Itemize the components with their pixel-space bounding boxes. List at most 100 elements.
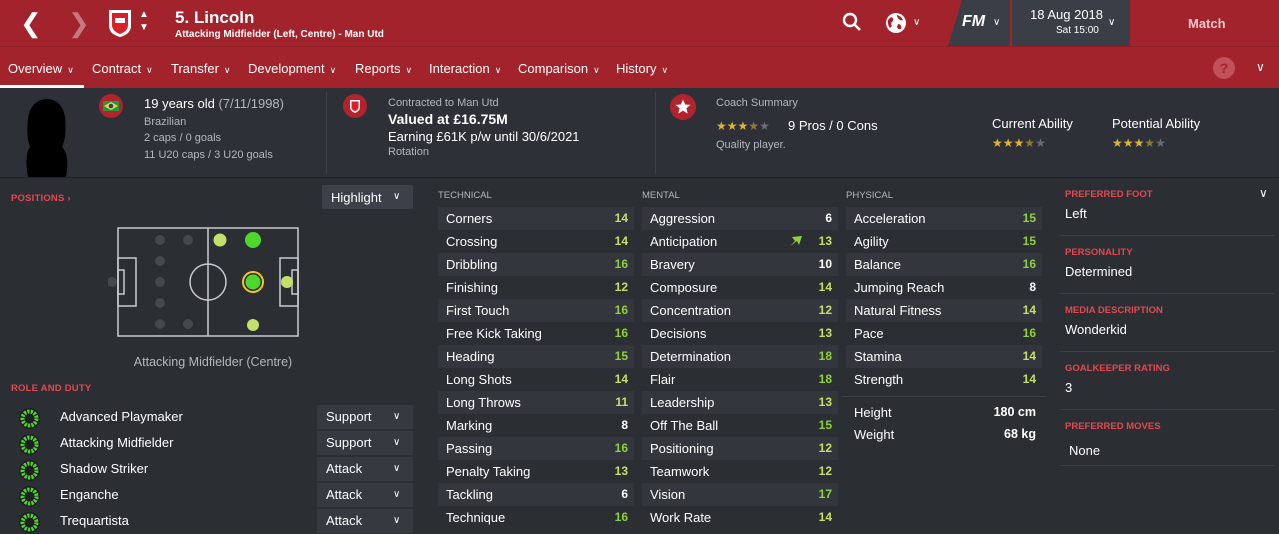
attribute-row[interactable]: Stamina 14 <box>846 345 1042 368</box>
tab-development[interactable]: Development ∨ <box>248 61 336 76</box>
attribute-row[interactable]: Finishing 12 <box>438 276 634 299</box>
role-row[interactable]: Shadow Striker Attack ∨ <box>0 457 420 481</box>
chevron-down-icon: ∨ <box>393 191 401 202</box>
duty-dropdown[interactable]: Attack ∨ <box>317 483 413 507</box>
star-icon: ★ <box>759 119 770 133</box>
tab-bar: Overview ∨ Contract ∨ Transfer ∨ Developmen… <box>0 46 1279 88</box>
attribute-row[interactable]: Free Kick Taking 16 <box>438 322 634 345</box>
attribute-value: 13 <box>818 395 832 409</box>
attribute-row[interactable]: Anticipation 13 <box>642 230 838 253</box>
attribute-row[interactable]: Pace 16 <box>846 322 1042 345</box>
club-badge-icon[interactable] <box>107 8 133 38</box>
duty-dropdown[interactable]: Attack ∨ <box>317 457 413 481</box>
attribute-row[interactable]: Strength 14 <box>846 368 1042 391</box>
player-value: Valued at £16.75M <box>388 111 508 127</box>
attribute-value: 8 <box>621 418 628 432</box>
highlight-dropdown[interactable]: Highlight ∨ <box>322 185 413 209</box>
player-switch-arrows-icon[interactable]: ▲ ▼ <box>139 8 149 34</box>
attribute-row[interactable]: Leadership 13 <box>642 391 838 414</box>
role-rating-icon <box>19 460 40 481</box>
attribute-name: Teamwork <box>650 464 710 479</box>
attribute-row[interactable]: Teamwork 12 <box>642 460 838 483</box>
attribute-row[interactable]: Agility 15 <box>846 230 1042 253</box>
attribute-row[interactable]: Flair 18 <box>642 368 838 391</box>
tab-contract[interactable]: Contract ∨ <box>92 61 153 76</box>
attribute-row[interactable]: Determination 18 <box>642 345 838 368</box>
selected-position-label: Attacking Midfielder (Centre) <box>133 355 293 369</box>
forward-arrow-icon[interactable]: ❯ <box>68 10 90 36</box>
attribute-row[interactable]: Jumping Reach 8 <box>846 276 1042 299</box>
star-icon: ★ <box>1035 136 1046 150</box>
help-button[interactable]: ? <box>1213 57 1235 79</box>
tab-interaction[interactable]: Interaction ∨ <box>429 61 501 76</box>
chevron-down-icon[interactable]: ∨ <box>1259 186 1268 200</box>
attribute-row[interactable]: Off The Ball 15 <box>642 414 838 437</box>
attribute-row[interactable]: Crossing 14 <box>438 230 634 253</box>
duty-dropdown[interactable]: Support ∨ <box>317 405 413 429</box>
attribute-row[interactable]: Vision 17 <box>642 483 838 506</box>
attribute-row[interactable]: Marking 8 <box>438 414 634 437</box>
tab-overview[interactable]: Overview ∨ <box>8 61 74 76</box>
position-aml-marker <box>245 232 261 248</box>
attribute-name: Dribbling <box>446 257 498 272</box>
attribute-row[interactable]: Corners 14 <box>438 207 634 230</box>
attribute-row[interactable]: Dribbling 16 <box>438 253 634 276</box>
attribute-value: 12 <box>614 280 628 294</box>
role-row[interactable]: Advanced Playmaker Support ∨ <box>0 405 420 429</box>
attribute-row[interactable]: Heading 15 <box>438 345 634 368</box>
attribute-row[interactable]: Concentration 12 <box>642 299 838 322</box>
tab-transfer[interactable]: Transfer ∨ <box>171 61 231 76</box>
attribute-value: 12 <box>818 303 832 317</box>
player-profile-screen: ❮ ❯ ▲ ▼ 5. Lincoln Attacking Midfielder (… <box>0 0 1279 534</box>
globe-icon <box>886 13 906 33</box>
attribute-value: 15 <box>1022 234 1036 248</box>
pros-cons: 9 Pros / 0 Cons <box>788 118 878 133</box>
chevron-down-icon: ∨ <box>405 65 413 75</box>
attribute-row[interactable]: Acceleration 15 <box>846 207 1042 230</box>
back-arrow-icon[interactable]: ❮ <box>20 10 42 36</box>
star-icon: ★ <box>726 119 738 133</box>
personality-value: Determined <box>1065 264 1133 279</box>
role-row[interactable]: Enganche Attack ∨ <box>0 483 420 507</box>
tab-reports[interactable]: Reports ∨ <box>355 61 412 76</box>
weight-label: Weight <box>854 427 895 442</box>
attribute-row[interactable]: Long Throws 11 <box>438 391 634 414</box>
attribute-row[interactable]: Penalty Taking 13 <box>438 460 634 483</box>
tab-history[interactable]: History ∨ <box>616 61 668 76</box>
attribute-row[interactable]: Bravery 10 <box>642 253 838 276</box>
chevron-down-icon: ∨ <box>1108 17 1116 28</box>
attribute-name: Work Rate <box>650 510 712 525</box>
attribute-row[interactable]: Passing 16 <box>438 437 634 460</box>
coach-summary-label: Coach Summary <box>716 97 798 109</box>
attribute-row[interactable]: Aggression 6 <box>642 207 838 230</box>
chevron-down-icon[interactable]: ∨ <box>1256 60 1265 74</box>
attribute-value: 13 <box>818 326 832 340</box>
attribute-value: 8 <box>1029 280 1036 294</box>
attribute-row[interactable]: Balance 16 <box>846 253 1042 276</box>
attribute-row[interactable]: Positioning 12 <box>642 437 838 460</box>
attribute-row[interactable]: Long Shots 14 <box>438 368 634 391</box>
duty-dropdown[interactable]: Support ∨ <box>317 431 413 455</box>
preferred-moves-value: None <box>1069 443 1101 458</box>
positions-header[interactable]: POSITIONS › <box>11 193 71 204</box>
role-row[interactable]: Attacking Midfielder Support ∨ <box>0 431 420 455</box>
attribute-row[interactable]: Composure 14 <box>642 276 838 299</box>
attribute-row[interactable]: Tackling 6 <box>438 483 634 506</box>
weight-value: 68 kg <box>1004 427 1036 441</box>
attribute-name: Long Throws <box>446 395 521 410</box>
current-ability-label: Current Ability <box>992 116 1073 131</box>
position-amr-marker <box>247 319 259 331</box>
duty-dropdown[interactable]: Attack ∨ <box>317 509 413 533</box>
attribute-value: 14 <box>818 510 832 524</box>
attribute-row[interactable]: First Touch 16 <box>438 299 634 322</box>
star-icon: ★ <box>748 119 760 133</box>
attribute-row[interactable]: Work Rate 14 <box>642 506 838 529</box>
world-menu-button[interactable]: ∨ <box>884 11 920 40</box>
search-icon[interactable] <box>842 12 862 32</box>
attribute-row[interactable]: Decisions 13 <box>642 322 838 345</box>
attribute-row[interactable]: Natural Fitness 14 <box>846 299 1042 322</box>
tab-comparison[interactable]: Comparison ∨ <box>518 61 600 76</box>
attribute-row[interactable]: Technique 16 <box>438 506 634 529</box>
chevron-down-icon: ∨ <box>661 65 669 75</box>
role-row[interactable]: Trequartista Attack ∨ <box>0 509 420 533</box>
